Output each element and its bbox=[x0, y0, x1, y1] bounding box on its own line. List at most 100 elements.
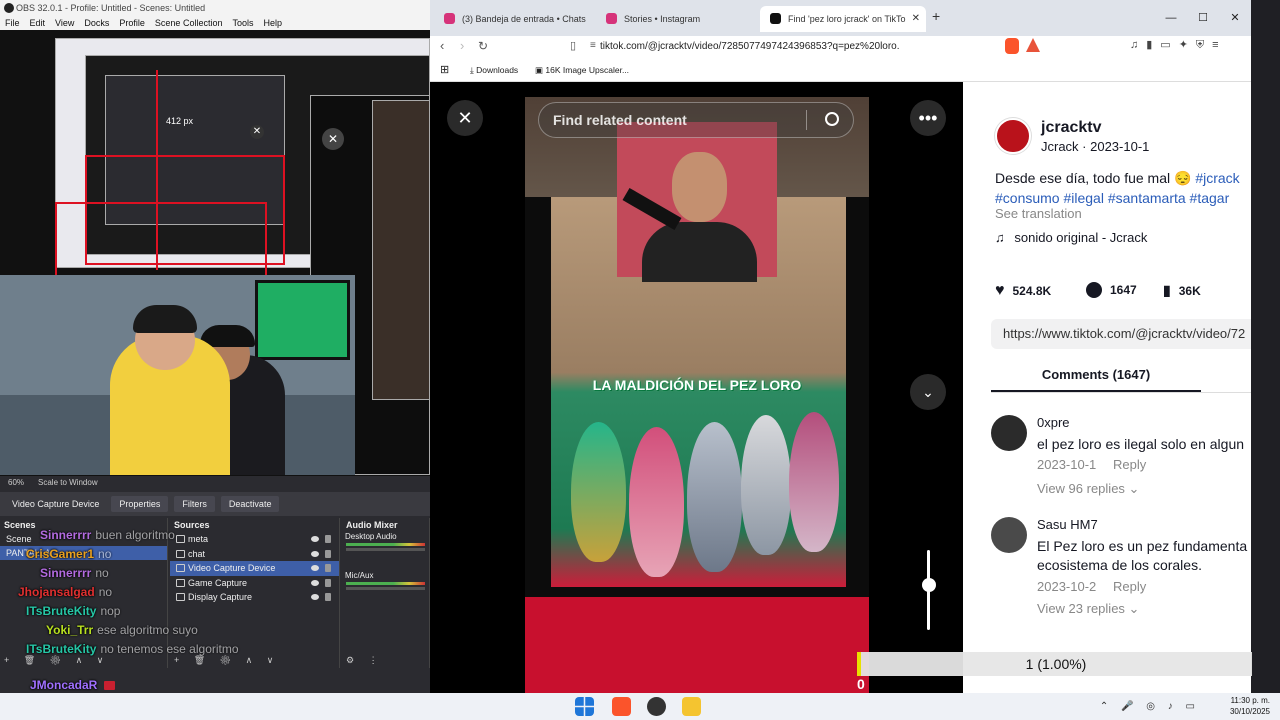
zoom-level[interactable]: 60% bbox=[8, 476, 24, 490]
comment-text: El Pez loro es un pez fundamenta ecosiste… bbox=[1037, 537, 1251, 575]
related-search-input[interactable]: Find related content bbox=[538, 102, 854, 138]
close-icon[interactable]: ✕ bbox=[447, 100, 483, 136]
audio-meter bbox=[346, 543, 425, 546]
clock[interactable]: 11:30 p. m. 30/10/2025 bbox=[1230, 695, 1270, 717]
tab-instagram-stories[interactable]: Stories • Instagram bbox=[596, 6, 756, 32]
menu-scene-collection[interactable]: Scene Collection bbox=[155, 16, 223, 30]
comment-username[interactable]: Sasu HM7 bbox=[1037, 517, 1098, 532]
volume-knob[interactable] bbox=[922, 578, 936, 592]
eye-icon[interactable] bbox=[311, 565, 319, 571]
tiktok-icon bbox=[770, 13, 781, 24]
source-type-icon bbox=[176, 549, 185, 558]
chat-text: no bbox=[98, 547, 112, 561]
menu-tools[interactable]: Tools bbox=[232, 16, 253, 30]
bookmarks-bar: ⊞ ⤓ Downloads ▣ 16K Image Upscaler... bbox=[430, 58, 1251, 82]
see-translation-link[interactable]: See translation bbox=[995, 206, 1082, 221]
lock-icon[interactable] bbox=[325, 549, 331, 558]
chat-text: no bbox=[98, 585, 113, 599]
hashtag-links[interactable]: #consumo #ilegal #santamarta #tagar bbox=[995, 190, 1229, 206]
brave-rewards-icon[interactable] bbox=[1026, 38, 1040, 52]
sound-link[interactable]: ♫ sonido original - Jcrack bbox=[995, 230, 1147, 245]
maximize-icon[interactable]: ☐ bbox=[1187, 0, 1219, 36]
url-field[interactable]: tiktok.com/@jcracktv/video/7285077497424… bbox=[600, 39, 900, 55]
brave-shield-icon[interactable] bbox=[1005, 38, 1019, 54]
bookmark-downloads[interactable]: ⤓ Downloads bbox=[470, 64, 518, 76]
view-replies-button[interactable]: View 23 replies ⌄ bbox=[1037, 601, 1139, 617]
extensions-icons[interactable]: ♫▮▭✦⛨≡ bbox=[1130, 38, 1227, 52]
lock-icon[interactable] bbox=[325, 564, 331, 572]
menu-file[interactable]: File bbox=[5, 16, 20, 30]
site-info-icon[interactable]: ≡ bbox=[590, 40, 596, 51]
mixer-settings-icon[interactable]: ⚙ ⋮ bbox=[346, 655, 384, 666]
eye-icon[interactable] bbox=[311, 550, 319, 557]
new-tab-icon[interactable]: + bbox=[932, 8, 940, 24]
volume-slider[interactable] bbox=[346, 548, 425, 551]
volume-slider[interactable] bbox=[922, 550, 936, 630]
minimize-icon[interactable]: — bbox=[1155, 0, 1187, 36]
creator-username[interactable]: jcracktv bbox=[1041, 119, 1102, 137]
comment-button[interactable]: 1647 bbox=[1086, 282, 1137, 298]
file-explorer-icon[interactable] bbox=[682, 697, 701, 716]
save-count: 36K bbox=[1178, 283, 1201, 298]
tab-tiktok[interactable]: Find 'pez loro jcrack' on TikTo ✕ bbox=[760, 6, 926, 32]
source-item[interactable]: chat bbox=[170, 547, 339, 562]
menu-view[interactable]: View bbox=[55, 16, 74, 30]
chat-username: Jhojansalgad bbox=[18, 585, 95, 599]
more-options-icon[interactable]: ••• bbox=[910, 100, 946, 136]
description-text: Desde ese día, todo fue mal 😔 bbox=[995, 170, 1196, 186]
search-icon[interactable] bbox=[825, 112, 839, 126]
source-item[interactable]: Video Capture Device bbox=[170, 561, 339, 576]
filters-button[interactable]: Filters bbox=[174, 496, 215, 512]
obs-title: OBS 32.0.1 - Profile: Untitled - Scenes:… bbox=[16, 3, 206, 13]
like-button[interactable]: ♥ 524.8K bbox=[995, 282, 1051, 300]
menu-profile[interactable]: Profile bbox=[119, 16, 145, 30]
source-item[interactable]: Game Capture bbox=[170, 576, 339, 591]
bookmark-icon[interactable]: ▯ bbox=[570, 39, 576, 52]
deactivate-button[interactable]: Deactivate bbox=[220, 496, 280, 512]
close-window-icon[interactable]: ✕ bbox=[1219, 0, 1251, 36]
scale-mode[interactable]: Scale to Window bbox=[38, 476, 98, 490]
music-note-icon: ♫ bbox=[995, 230, 1005, 245]
close-icon: ✕ bbox=[250, 125, 264, 139]
avatar[interactable] bbox=[995, 118, 1031, 154]
eye-icon[interactable] bbox=[311, 594, 319, 600]
lock-icon[interactable] bbox=[325, 593, 331, 601]
tabs-divider bbox=[991, 392, 1251, 393]
source-item[interactable]: meta bbox=[170, 532, 339, 547]
brave-taskbar-icon[interactable] bbox=[612, 697, 631, 716]
system-tray-icons[interactable]: ⌃ 🎤 ◎ ♪ ▭ bbox=[1100, 701, 1200, 712]
reload-icon[interactable]: ↻ bbox=[478, 39, 488, 53]
avatar[interactable] bbox=[991, 517, 1027, 553]
eye-icon[interactable] bbox=[311, 579, 319, 586]
back-icon[interactable]: ‹ bbox=[440, 38, 444, 53]
chevron-down-icon[interactable]: ⌄ bbox=[910, 374, 946, 410]
eye-icon[interactable] bbox=[311, 536, 319, 542]
reply-button[interactable]: Reply bbox=[1113, 457, 1146, 472]
forward-icon[interactable]: › bbox=[460, 38, 464, 53]
lock-icon[interactable] bbox=[325, 578, 331, 587]
windows-start-icon[interactable] bbox=[575, 697, 594, 716]
source-controls[interactable]: + 🗑 ⚙ ∧ ∨ bbox=[174, 655, 279, 666]
obs-taskbar-icon[interactable] bbox=[647, 697, 666, 716]
avatar[interactable] bbox=[991, 415, 1027, 451]
source-item[interactable]: Display Capture bbox=[170, 590, 339, 605]
tab-instagram-chats[interactable]: (3) Bandeja de entrada • Chats bbox=[434, 6, 594, 32]
counter-value: 0 bbox=[857, 676, 865, 692]
video-link-field[interactable]: https://www.tiktok.com/@jcracktv/video/7… bbox=[991, 319, 1251, 349]
bookmark-upscaler[interactable]: ▣ 16K Image Upscaler... bbox=[535, 64, 629, 76]
comment-username[interactable]: 0xpre bbox=[1037, 415, 1070, 430]
menu-help[interactable]: Help bbox=[263, 16, 282, 30]
video-frame[interactable]: LA MALDICIÓN DEL PEZ LORO bbox=[525, 97, 869, 693]
properties-button[interactable]: Properties bbox=[111, 496, 169, 512]
menu-edit[interactable]: Edit bbox=[30, 16, 46, 30]
tab-comments[interactable]: Comments (1647) bbox=[991, 364, 1201, 392]
volume-slider[interactable] bbox=[346, 587, 425, 590]
menu-docks[interactable]: Docks bbox=[84, 16, 109, 30]
save-button[interactable]: ▮ 36K bbox=[1163, 282, 1201, 299]
reply-button[interactable]: Reply bbox=[1113, 579, 1146, 594]
apps-grid-icon[interactable]: ⊞ bbox=[440, 64, 449, 76]
lock-icon[interactable] bbox=[325, 535, 331, 543]
hashtag-link[interactable]: #jcrack bbox=[1195, 170, 1239, 186]
view-replies-button[interactable]: View 96 replies ⌄ bbox=[1037, 481, 1139, 497]
close-tab-icon[interactable]: ✕ bbox=[912, 6, 920, 32]
